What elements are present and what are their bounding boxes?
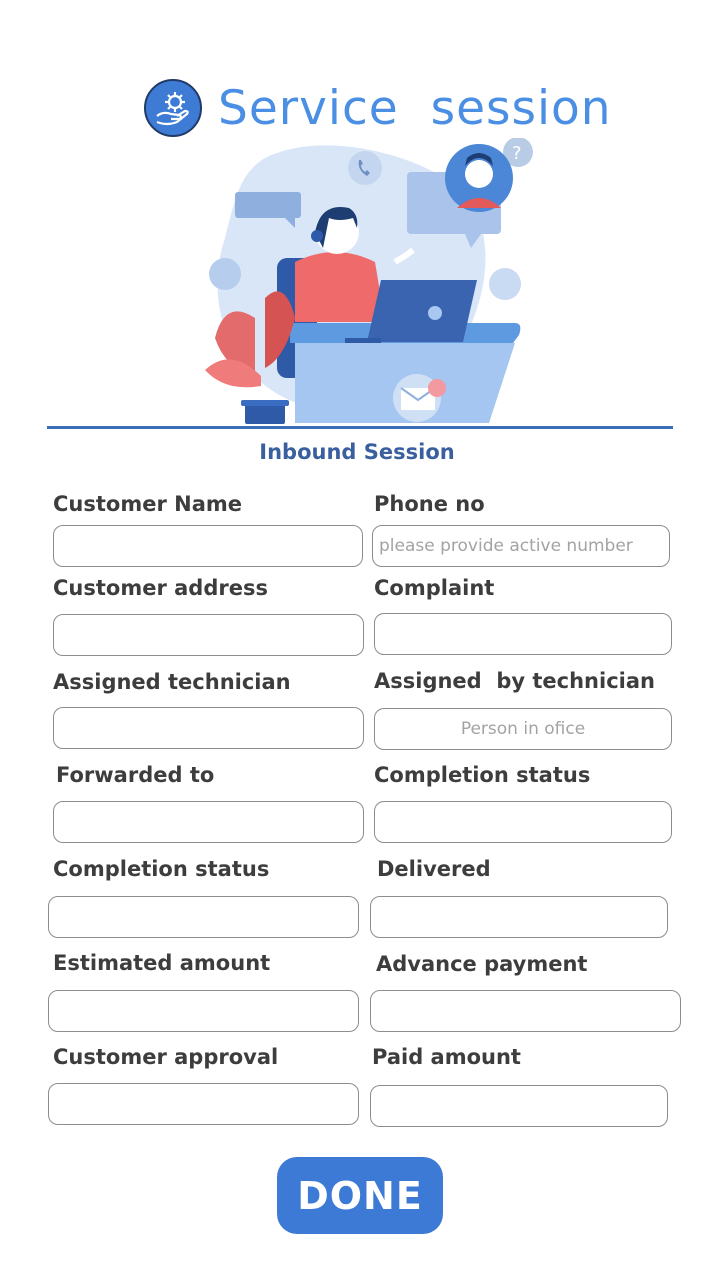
support-agent-illustration: ?: [195, 137, 535, 430]
customer-address-label: Customer address: [53, 576, 268, 600]
app-header: Service session: [144, 78, 612, 138]
app-title: Service session: [218, 80, 612, 136]
completion-status-input-2[interactable]: [48, 896, 359, 938]
customer-approval-label: Customer approval: [53, 1045, 279, 1069]
delivered-input[interactable]: [370, 896, 668, 938]
advance-payment-input[interactable]: [370, 990, 681, 1032]
estimated-amount-label: Estimated amount: [53, 951, 271, 975]
paid-amount-input[interactable]: [370, 1085, 668, 1127]
customer-approval-input[interactable]: [48, 1083, 359, 1125]
forwarded-to-input[interactable]: [53, 801, 364, 843]
section-divider: [47, 426, 673, 429]
done-button[interactable]: DONE: [277, 1157, 443, 1234]
assigned-by-technician-label: Assigned by technician: [374, 669, 655, 693]
advance-payment-label: Advance payment: [376, 952, 588, 976]
paid-amount-label: Paid amount: [372, 1045, 521, 1069]
phone-icon: [348, 151, 382, 185]
delivered-label: Delivered: [377, 857, 491, 881]
phone-no-input[interactable]: [372, 525, 670, 567]
complaint-input[interactable]: [374, 613, 672, 655]
customer-name-label: Customer Name: [53, 492, 242, 516]
completion-status-input[interactable]: [374, 801, 672, 843]
decor-circle-icon: [209, 258, 241, 290]
assigned-technician-input[interactable]: [53, 707, 364, 749]
estimated-amount-input[interactable]: [48, 990, 359, 1032]
forwarded-to-label: Forwarded to: [56, 763, 215, 787]
customer-address-input[interactable]: [53, 614, 364, 656]
assigned-technician-label: Assigned technician: [53, 670, 291, 694]
service-hand-gear-icon: [144, 79, 202, 137]
completion-status-label-2: Completion status: [53, 857, 270, 881]
phone-no-label: Phone no: [374, 492, 485, 516]
assigned-by-technician-input[interactable]: [374, 708, 672, 750]
completion-status-label: Completion status: [374, 763, 591, 787]
customer-name-input[interactable]: [53, 525, 363, 567]
complaint-label: Complaint: [374, 576, 495, 600]
section-title: Inbound Session: [259, 440, 455, 464]
svg-text:?: ?: [512, 143, 522, 164]
